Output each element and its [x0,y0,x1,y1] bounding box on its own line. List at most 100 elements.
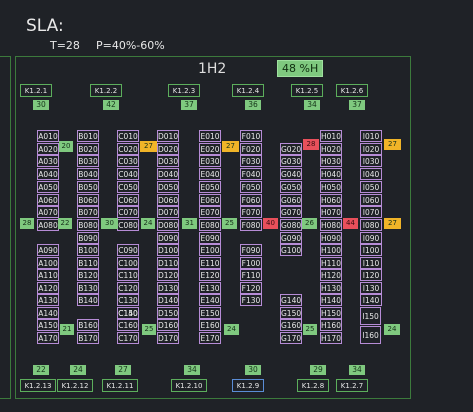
rack-h060[interactable]: H060 [320,194,342,206]
unit-label-top[interactable]: K1.2.3 [168,84,200,97]
rack-e130[interactable]: E130 [199,282,221,294]
rack-c110[interactable]: C110 [117,269,139,281]
rack-d140[interactable]: D140 [157,294,179,306]
unit-label-bottom[interactable]: K1.2.9 [232,379,264,392]
temperature-sensor-normal[interactable]: 25 [303,324,317,335]
temperature-sensor-normal[interactable]: 24 [224,324,239,335]
temperature-sensor-normal[interactable]: 24 [384,324,400,335]
rack-g140[interactable]: G140 [280,294,302,306]
rack-b090[interactable]: B090 [77,232,99,244]
temperature-sensor-normal[interactable]: 28 [20,218,34,229]
rack-c060[interactable]: C060 [117,194,139,206]
rack-a140[interactable]: A140 [37,307,59,319]
rack-a030[interactable]: A030 [37,155,59,167]
rack-b060[interactable]: B060 [77,194,99,206]
rack-e120[interactable]: E120 [199,269,221,281]
rack-d020[interactable]: D020 [157,143,179,155]
unit-label-bottom[interactable]: K1.2.8 [297,379,329,392]
unit-label-top[interactable]: K1.2.2 [90,84,122,97]
rack-h120[interactable]: H120 [320,269,342,281]
rack-d070[interactable]: D070 [157,206,179,218]
rack-c090[interactable]: C090 [117,244,139,256]
rack-a110[interactable]: A110 [37,269,59,281]
rack-d080[interactable]: D080 [157,219,179,231]
rack-a070[interactable]: A070 [37,206,59,218]
rack-f080[interactable]: F080 [240,219,262,231]
temperature-sensor-normal[interactable]: 21 [60,324,74,335]
rack-h080[interactable]: H080 [320,219,342,231]
rack-f010[interactable]: F010 [240,130,262,142]
rack-c050[interactable]: C050 [117,181,139,193]
rack-i150[interactable]: I150 [360,307,381,325]
rack-b080[interactable]: B080 [77,219,99,231]
rack-b050[interactable]: B050 [77,181,99,193]
rack-h010[interactable]: H010 [320,130,342,142]
rack-g100[interactable]: G100 [280,244,302,256]
rack-i030[interactable]: I030 [360,155,382,167]
rack-a020[interactable]: A020 [37,143,59,155]
rack-h090[interactable]: H090 [320,232,342,244]
rack-e100[interactable]: E100 [199,244,221,256]
rack-i050[interactable]: I050 [360,181,382,193]
unit-label-top[interactable]: K1.2.5 [291,84,323,97]
unit-label-bottom[interactable]: K1.2.7 [336,379,368,392]
rack-a150[interactable]: A150 [37,319,59,331]
rack-d130[interactable]: D130 [157,282,179,294]
rack-b170[interactable]: B170 [77,332,99,344]
rack-h150[interactable]: H150 [320,307,342,319]
rack-i160[interactable]: I160 [360,326,381,344]
unit-label-bottom[interactable]: K1.2.11 [102,379,138,392]
rack-h170[interactable]: H170 [320,332,342,344]
rack-c150[interactable]: C150 [117,307,139,319]
temperature-sensor-warning[interactable]: 27 [222,141,239,152]
temperature-sensor-normal[interactable]: 20 [59,141,73,152]
rack-a090[interactable]: A090 [37,244,59,256]
rack-d120[interactable]: D120 [157,269,179,281]
rack-e110[interactable]: E110 [199,257,221,269]
rack-a010[interactable]: A010 [37,130,59,142]
rack-d170[interactable]: D170 [157,332,179,344]
rack-f020[interactable]: F020 [240,143,262,155]
rack-g170[interactable]: G170 [280,332,302,344]
rack-g160[interactable]: G160 [280,319,302,331]
rack-d040[interactable]: D040 [157,168,179,180]
rack-h130[interactable]: H130 [320,282,342,294]
rack-a060[interactable]: A060 [37,194,59,206]
unit-label-top[interactable]: K1.2.4 [232,84,264,97]
rack-h040[interactable]: H040 [320,168,342,180]
rack-f030[interactable]: F030 [240,155,262,167]
rack-a100[interactable]: A100 [37,257,59,269]
rack-e170[interactable]: E170 [199,332,221,344]
rack-d090[interactable]: D090 [157,232,179,244]
rack-c010[interactable]: C010 [117,130,139,142]
rack-g020[interactable]: G020 [280,143,302,155]
rack-d060[interactable]: D060 [157,194,179,206]
rack-e050[interactable]: E050 [199,181,221,193]
rack-f050[interactable]: F050 [240,181,262,193]
rack-d100[interactable]: D100 [157,244,179,256]
rack-i010[interactable]: I010 [360,130,382,142]
rack-a130[interactable]: A130 [37,294,59,306]
rack-c130[interactable]: C130 [117,294,139,306]
rack-f130[interactable]: F130 [240,294,262,306]
rack-b100[interactable]: B100 [77,244,99,256]
rack-b140[interactable]: B140 [77,294,99,306]
rack-b010[interactable]: B010 [77,130,99,142]
temperature-sensor-warning[interactable]: 27 [140,141,157,152]
rack-i140[interactable]: I140 [360,294,382,306]
rack-e030[interactable]: E030 [199,155,221,167]
rack-e040[interactable]: E040 [199,168,221,180]
temperature-sensor-normal[interactable]: 25 [222,218,237,229]
rack-d030[interactable]: D030 [157,155,179,167]
rack-f060[interactable]: F060 [240,194,262,206]
temperature-sensor-warning[interactable]: 27 [384,218,401,229]
unit-label-top[interactable]: K1.2.6 [336,84,368,97]
rack-b040[interactable]: B040 [77,168,99,180]
rack-c030[interactable]: C030 [117,155,139,167]
rack-e070[interactable]: E070 [199,206,221,218]
rack-b030[interactable]: B030 [77,155,99,167]
rack-a050[interactable]: A050 [37,181,59,193]
rack-g080[interactable]: G080 [280,219,302,231]
rack-i020[interactable]: I020 [360,143,382,155]
temperature-sensor-normal[interactable]: 31 [182,218,197,229]
